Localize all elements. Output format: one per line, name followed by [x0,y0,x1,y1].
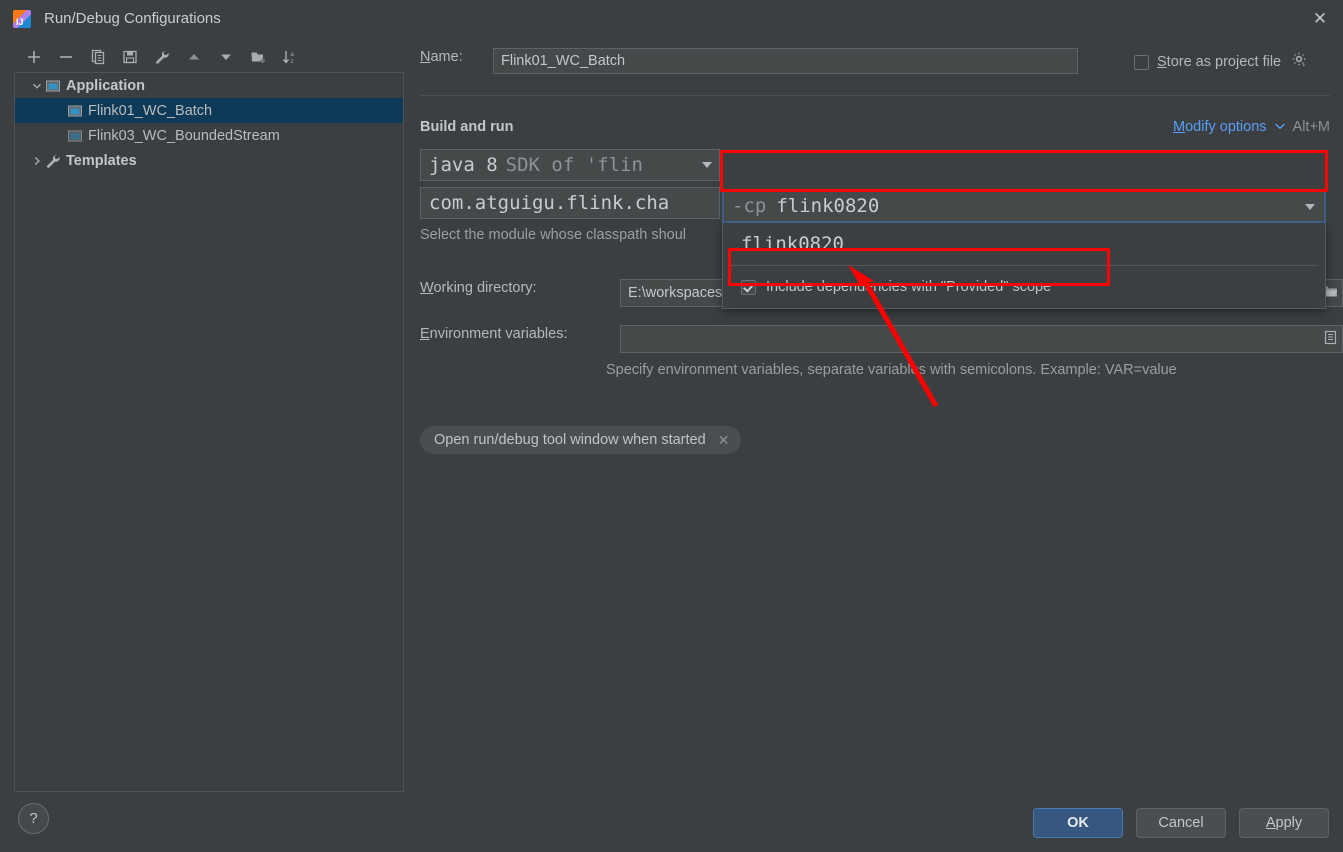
modify-options-link[interactable]: Modify options [1173,119,1267,135]
classpath-selected-value: flink0820 [776,195,880,217]
application-icon [67,128,83,144]
tree-node-templates[interactable]: Templates [15,148,403,173]
store-as-project-file-checkbox[interactable] [1134,54,1149,70]
option-chip-open-run-debug-tool-window[interactable]: Open run/debug tool window when started … [420,426,742,454]
classpath-option-flink0820[interactable]: flink0820 [723,223,1325,265]
configurations-toolbar: a z [14,41,406,72]
tree-node-flink03-wc-boundedstream[interactable]: Flink03_WC_BoundedStream [15,123,403,148]
tree-node-label: Flink03_WC_BoundedStream [88,127,280,144]
ok-button[interactable]: OK [1033,808,1123,838]
classpath-prefix: -cp [732,195,767,217]
application-icon [67,103,83,119]
chevron-down-icon[interactable] [1274,121,1286,133]
chevron-down-icon[interactable] [1305,204,1315,210]
chevron-right-icon[interactable] [29,153,45,169]
include-provided-scope-label: Include dependencies with "Provided" sco… [766,279,1052,295]
jdk-combo-box[interactable]: java 8 SDK of 'flin [420,149,720,181]
intellij-idea-icon [13,9,31,28]
modify-options-row[interactable]: Modify options Alt+M [1173,119,1330,135]
environment-variables-input[interactable] [620,325,1343,353]
store-as-project-file-row[interactable]: Store as project file [1134,51,1308,73]
modify-options-shortcut: Alt+M [1292,119,1330,135]
include-provided-scope-row[interactable]: Include dependencies with "Provided" sco… [723,266,1325,308]
copy-icon[interactable] [82,43,114,71]
store-as-project-file-label: Store as project file [1157,54,1282,70]
environment-variables-field-buttons [1323,326,1338,352]
tree-node-label: Flink01_WC_Batch [88,102,213,119]
configuration-editor-panel: Name: Flink01_WC_Batch Store as project … [406,37,1343,852]
chevron-down-icon[interactable] [702,162,712,168]
macro-list-icon[interactable] [1323,330,1338,349]
tree-node-flink01-wc-batch[interactable]: Flink01_WC_Batch [15,98,403,123]
classpath-combo-container: -cp flink0820 flink0820 Include dependen… [722,189,1326,309]
dialog-content: a z Application Flink01_WC_Batch Flink03… [0,37,1343,852]
section-divider [420,95,1330,96]
chevron-down-icon[interactable] [29,78,45,94]
dialog-button-row: OK Cancel Apply [1033,808,1329,838]
environment-variables-label: Environment variables: [420,326,568,342]
environment-variables-hint: Specify environment variables, separate … [606,362,1177,378]
main-class-input[interactable]: com.atguigu.flink.cha [420,187,720,219]
configurations-tree[interactable]: Application Flink01_WC_Batch Flink03_WC_… [14,72,404,792]
window-title: Run/Debug Configurations [44,10,221,27]
cancel-button[interactable]: Cancel [1136,808,1226,838]
build-and-run-heading: Build and run [420,119,514,135]
classpath-combo-box[interactable]: -cp flink0820 [722,189,1326,223]
classpath-dropdown-popup: flink0820 Include dependencies with "Pro… [722,223,1326,309]
classpath-hint-text: Select the module whose classpath shoul [420,227,686,243]
environment-variables-row: Environment variables: [420,325,1343,353]
gear-dropdown-icon[interactable] [1291,51,1308,73]
svg-text:a: a [291,52,295,58]
minus-icon[interactable] [50,43,82,71]
wrench-icon [45,153,61,169]
application-icon [45,78,61,94]
window-title-bar: Run/Debug Configurations ✕ [0,0,1343,37]
working-directory-label: Working directory: [420,280,537,296]
triangle-up-icon[interactable] [178,43,210,71]
tree-node-label: Application [66,77,145,94]
close-small-icon[interactable]: ✕ [718,432,730,449]
save-icon[interactable] [114,43,146,71]
tree-node-label: Templates [66,152,137,169]
svg-text:z: z [291,59,294,65]
plus-icon[interactable] [18,43,50,71]
jdk-value: java 8 [429,154,498,176]
apply-button[interactable]: Apply [1239,808,1329,838]
sort-az-icon[interactable]: a z [274,43,306,71]
name-label: Name: [420,49,463,65]
triangle-down-icon[interactable] [210,43,242,71]
include-provided-scope-checkbox[interactable] [741,279,756,295]
tree-node-application[interactable]: Application [15,73,403,98]
configurations-panel: a z Application Flink01_WC_Batch Flink03… [14,41,406,793]
help-button[interactable]: ? [18,803,49,834]
option-chip-label: Open run/debug tool window when started [434,432,706,448]
wrench-icon[interactable] [146,43,178,71]
jdk-sdk-of-label: SDK of 'flin [505,154,643,176]
name-input[interactable]: Flink01_WC_Batch [493,48,1078,74]
close-icon[interactable]: ✕ [1297,0,1343,37]
folder-add-icon[interactable] [242,43,274,71]
